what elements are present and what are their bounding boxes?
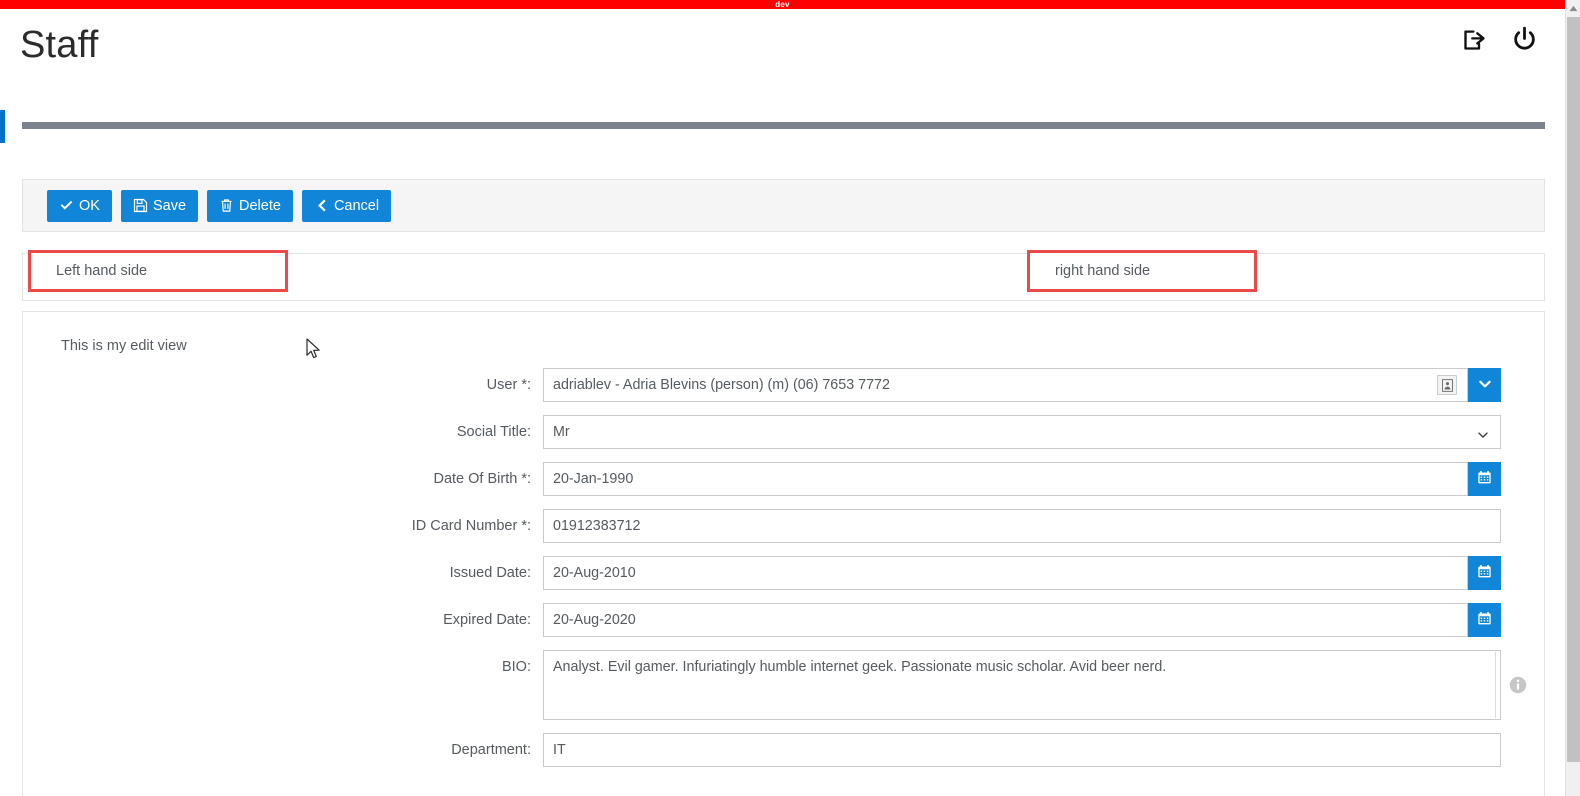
- right-hand-side-box[interactable]: right hand side: [1027, 250, 1257, 292]
- ok-button-label: OK: [79, 197, 100, 214]
- sides-panel: Left hand side right hand side: [22, 250, 1545, 301]
- mouse-cursor: [306, 338, 322, 360]
- date-of-birth-field-wrap: [543, 462, 1501, 496]
- env-banner: dev: [0, 0, 1565, 9]
- cancel-button-label: Cancel: [333, 197, 380, 214]
- scroll-up-arrow-icon[interactable]: [1566, 0, 1580, 16]
- id-card-number-field-wrap: [543, 509, 1501, 543]
- cancel-button[interactable]: Cancel: [301, 189, 392, 222]
- check-icon: [59, 198, 74, 213]
- power-icon[interactable]: [1510, 25, 1539, 54]
- save-button-label: Save: [152, 197, 187, 214]
- chevron-left-icon: [314, 198, 329, 213]
- page-title: Staff: [20, 24, 99, 66]
- user-label: User *:: [486, 377, 531, 393]
- bio-textarea[interactable]: [543, 650, 1501, 720]
- issued-date-field-wrap: [543, 556, 1501, 590]
- form-row-issued-date: Issued Date:: [23, 556, 1544, 590]
- left-hand-side-label: Left hand side: [56, 263, 148, 279]
- calendar-icon: [1477, 611, 1492, 629]
- staff-form: User *: adriablev - Adria Blevins (perso…: [23, 368, 1544, 780]
- contact-card-icon[interactable]: [1437, 375, 1457, 395]
- chevron-down-icon: [1477, 376, 1493, 395]
- save-button[interactable]: Save: [120, 189, 199, 222]
- expired-date-field-wrap: [543, 603, 1501, 637]
- social-title-label: Social Title:: [456, 424, 531, 440]
- issued-date-input[interactable]: [543, 556, 1468, 590]
- form-row-id-card-number: ID Card Number *:: [23, 509, 1544, 543]
- header-actions: [1461, 25, 1539, 54]
- user-input[interactable]: [543, 368, 1468, 402]
- user-dropdown-button[interactable]: [1468, 368, 1501, 402]
- form-row-bio: BIO:: [23, 650, 1544, 720]
- delete-button-label: Delete: [239, 197, 281, 214]
- calendar-icon: [1477, 564, 1492, 582]
- scrollbar-thumb[interactable]: [1567, 17, 1580, 762]
- edit-view-note: This is my edit view: [61, 338, 187, 354]
- page-scrollbar[interactable]: [1565, 0, 1580, 796]
- expired-date-input[interactable]: [543, 603, 1468, 637]
- department-label: Department:: [451, 742, 531, 758]
- ok-button[interactable]: OK: [47, 189, 112, 222]
- date-of-birth-calendar-button[interactable]: [1468, 462, 1501, 496]
- left-hand-side-box[interactable]: Left hand side: [28, 250, 288, 292]
- date-of-birth-input[interactable]: [543, 462, 1468, 496]
- issued-date-label: Issued Date:: [449, 565, 531, 581]
- page-header: Staff: [0, 9, 1565, 117]
- bio-field-wrap: [543, 650, 1527, 720]
- id-card-number-input[interactable]: [543, 509, 1501, 543]
- form-row-department: Department:: [23, 733, 1544, 767]
- form-row-expired-date: Expired Date:: [23, 603, 1544, 637]
- social-title-select[interactable]: MrMrsMsMissDr: [543, 415, 1501, 449]
- calendar-icon: [1477, 470, 1492, 488]
- expired-date-calendar-button[interactable]: [1468, 603, 1501, 637]
- right-hand-side-label: right hand side: [1055, 263, 1151, 279]
- trash-icon: [219, 198, 234, 213]
- floppy-disk-icon: [133, 198, 148, 213]
- section-divider: [22, 122, 1545, 129]
- form-toolbar: OK Save Delete Cancel: [22, 179, 1545, 232]
- form-row-date-of-birth: Date Of Birth *:: [23, 462, 1544, 496]
- share-icon[interactable]: [1461, 26, 1488, 53]
- expired-date-label: Expired Date:: [443, 612, 531, 628]
- user-field-wrap: [543, 368, 1501, 402]
- social-title-wrap: MrMrsMsMissDr: [543, 415, 1501, 449]
- bio-label: BIO:: [501, 659, 531, 675]
- page-root: dev Staff OK Save Delete Cancel Left han…: [0, 0, 1565, 796]
- department-field-wrap: [543, 733, 1501, 767]
- info-icon[interactable]: [1509, 676, 1527, 694]
- form-row-user: User *:: [23, 368, 1544, 402]
- issued-date-calendar-button[interactable]: [1468, 556, 1501, 590]
- form-row-social-title: Social Title: MrMrsMsMissDr: [23, 415, 1544, 449]
- delete-button[interactable]: Delete: [207, 189, 293, 222]
- date-of-birth-label: Date Of Birth *:: [433, 471, 531, 487]
- bio-separator: [1495, 652, 1496, 718]
- active-tab-marker: [0, 110, 5, 143]
- department-input[interactable]: [543, 733, 1501, 767]
- edit-form-panel: This is my edit view User *: adriablev -…: [22, 311, 1545, 796]
- id-card-number-label: ID Card Number *:: [411, 518, 531, 534]
